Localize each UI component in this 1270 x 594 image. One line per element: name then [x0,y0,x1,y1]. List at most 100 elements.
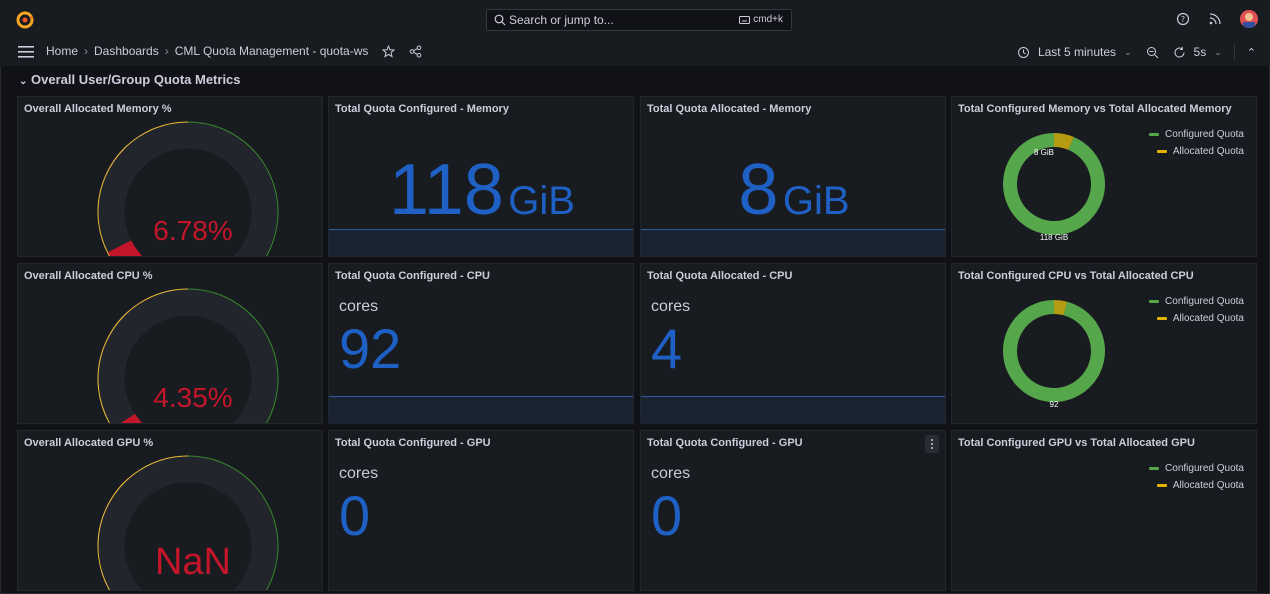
shortcut-label: cmd+k [753,14,783,25]
stat-unit: cores [339,465,379,482]
donut-label-configured: 118 GiB [1040,233,1068,242]
stat-unit: cores [651,465,691,482]
donut-slice-allocated[interactable] [1053,133,1074,151]
legend-label: Configured Quota [1165,129,1244,140]
sparkline [329,396,633,423]
stat-value: 118 [389,150,504,230]
hamburger-menu-icon[interactable] [18,46,34,58]
sparkline [641,396,945,423]
more-vertical-icon [931,439,933,449]
panel-title: Total Configured Memory vs Total Allocat… [958,103,1232,115]
gauge-value-arc [108,240,143,256]
cpu-donut-panel[interactable]: Total Configured CPU vs Total Allocated … [951,263,1257,424]
stat-unit: GiB [782,179,850,223]
allocated-cpu-stat-panel[interactable]: Total Quota Allocated - CPU cores 4 [640,263,946,424]
donut-label-configured: 92 [1050,400,1059,409]
chevron-down-icon[interactable]: ⌄ [1214,47,1222,58]
gauge-value-label: 4.35% [153,382,232,413]
divider [1233,44,1235,60]
panel-title: Total Quota Configured - GPU [647,437,803,449]
configured-memory-stat-panel[interactable]: Total Quota Configured - Memory 118 GiB [328,96,634,257]
share-icon[interactable] [409,45,422,58]
dashboard-nav-bar: Home › Dashboards › CML Quota Management… [0,38,1270,66]
donut-slice-configured[interactable] [1003,300,1105,402]
time-range-picker[interactable]: Last 5 minutes [1038,45,1116,59]
legend-item-allocated[interactable]: Allocated Quota [1149,146,1244,157]
search-placeholder: Search or jump to... [509,13,614,27]
panel-title: Overall Allocated GPU % [24,437,154,449]
panel-title: Total Quota Allocated - Memory [647,103,812,115]
row-title[interactable]: ⌄ Overall User/Group Quota Metrics [19,72,241,87]
news-feed-icon[interactable] [1208,12,1222,26]
grafana-logo-icon[interactable] [14,8,36,30]
cpu-donut-chart: 92 [1003,300,1105,409]
memory-gauge: 6.78% [97,121,279,256]
legend-item-allocated[interactable]: Allocated Quota [1149,480,1244,491]
legend-label: Allocated Quota [1172,313,1244,324]
search-icon [494,14,506,26]
legend-label: Allocated Quota [1172,480,1244,491]
memory-donut-chart: 8 GiB 118 GiB [1003,133,1105,242]
breadcrumb-current: CML Quota Management - quota-ws [174,44,369,58]
chart-legend: Configured Quota Allocated Quota [1149,296,1244,330]
stat-unit: cores [339,298,379,315]
legend-item-configured[interactable]: Configured Quota [1149,129,1244,140]
breadcrumb-dashboards[interactable]: Dashboards [94,44,159,58]
chart-legend: Configured Quota Allocated Quota [1149,129,1244,163]
chart-legend: Configured Quota Allocated Quota [1149,463,1244,497]
search-bar[interactable]: Search or jump to... cmd+k [486,9,792,31]
panel-title: Total Quota Configured - GPU [335,437,491,449]
breadcrumb-home[interactable]: Home [46,44,78,58]
panel-title: Overall Allocated CPU % [24,270,153,282]
chevron-down-icon: ⌄ [19,76,28,87]
stat-value: 92 [339,317,402,380]
breadcrumb: Home › Dashboards › CML Quota Management… [46,44,422,58]
top-bar: Search or jump to... cmd+k ? [0,0,1270,39]
donut-slice-allocated[interactable] [1053,300,1068,316]
stat-value: 0 [651,484,683,547]
legend-label: Allocated Quota [1172,146,1244,157]
panel-title: Total Quota Configured - Memory [335,103,509,115]
sparkline [329,229,633,256]
chevron-down-icon[interactable]: ⌄ [1124,47,1132,58]
stat-value: 4 [651,317,683,380]
help-icon[interactable]: ? [1176,12,1190,26]
legend-item-configured[interactable]: Configured Quota [1149,296,1244,307]
donut-label-allocated: 8 GiB [1034,148,1054,157]
gauge-value-label: NaN [155,541,231,583]
zoom-out-icon[interactable] [1146,46,1159,59]
breadcrumb-separator: › [164,44,169,58]
gpu-gauge: NaN [97,455,279,590]
refresh-interval-picker[interactable]: 5s [1194,45,1207,59]
panel-title: Total Configured GPU vs Total Allocated … [958,437,1195,449]
panel-title: Total Quota Configured - CPU [335,270,491,282]
sparkline [641,229,945,256]
memory-gauge-panel[interactable]: Overall Allocated Memory % 6.78% [17,96,323,257]
row-title-text: Overall User/Group Quota Metrics [31,72,241,87]
gpu-donut-panel[interactable]: Total Configured GPU vs Total Allocated … [951,430,1257,591]
configured-cpu-stat-panel[interactable]: Total Quota Configured - CPU cores 92 [328,263,634,424]
cpu-gauge-panel[interactable]: Overall Allocated CPU % 4.35% [17,263,323,424]
legend-label: Configured Quota [1165,463,1244,474]
memory-donut-panel[interactable]: Total Configured Memory vs Total Allocat… [951,96,1257,257]
configured-gpu-stat-panel[interactable]: Total Quota Configured - GPU cores 0 [328,430,634,591]
clock-icon [1017,46,1029,58]
star-icon[interactable] [382,44,396,58]
stat-unit: cores [651,298,691,315]
collapse-chevron-up-icon[interactable]: ⌃ [1247,46,1256,59]
gauge-value-arc [120,413,143,423]
breadcrumb-separator: › [84,44,89,58]
user-avatar[interactable] [1240,10,1258,28]
refresh-icon[interactable] [1173,46,1186,59]
stat-unit: GiB [508,179,575,223]
gpu-gauge-panel[interactable]: Overall Allocated GPU % NaN [17,430,323,591]
allocated-memory-stat-panel[interactable]: Total Quota Allocated - Memory 8 GiB [640,96,946,257]
panel-menu-button[interactable] [925,435,939,453]
stat-value: 8 [738,150,779,230]
stat-value: 0 [339,484,371,547]
allocated-gpu-stat-panel[interactable]: Total Quota Configured - GPU cores 0 [640,430,946,591]
keyboard-icon [739,15,751,24]
legend-item-configured[interactable]: Configured Quota [1149,463,1244,474]
panel-title: Total Quota Allocated - CPU [647,270,793,282]
legend-item-allocated[interactable]: Allocated Quota [1149,313,1244,324]
